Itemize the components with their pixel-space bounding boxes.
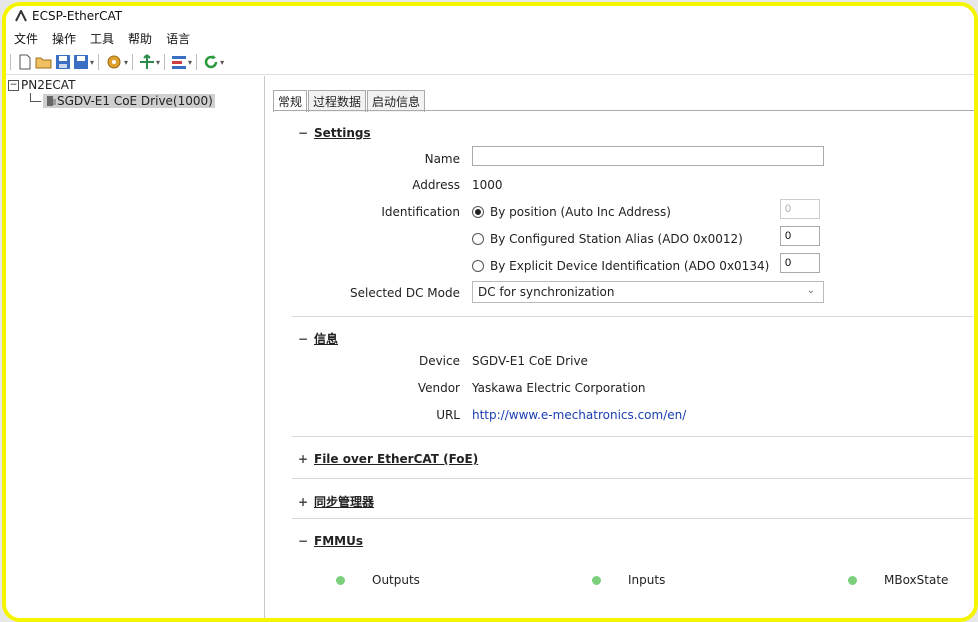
toolbar-separator xyxy=(10,54,11,70)
toolbar-separator xyxy=(98,54,100,70)
settings-dropdown-icon[interactable]: ▾ xyxy=(124,58,128,67)
radio-button[interactable] xyxy=(472,206,484,218)
save-dropdown-icon[interactable]: ▾ xyxy=(90,58,94,67)
title-bar: ECSP-EtherCAT xyxy=(6,6,974,26)
section-divider xyxy=(292,478,974,479)
fmmu-inputs-label: Inputs xyxy=(628,573,666,587)
save-as-icon[interactable] xyxy=(73,52,89,72)
app-logo-icon xyxy=(14,9,28,23)
foe-header[interactable]: + File over EtherCAT (FoE) xyxy=(298,452,478,466)
settings-header[interactable]: − Settings xyxy=(298,126,371,140)
menu-operation[interactable]: 操作 xyxy=(52,30,76,47)
tree-child-selected[interactable]: SGDV-E1 CoE Drive(1000) xyxy=(43,94,215,108)
app-window: ECSP-EtherCAT 文件 操作 工具 帮助 语言 ▾ ▾ ▾ ▾ ▾ −… xyxy=(2,2,978,622)
position-value-field xyxy=(780,199,820,219)
drive-icon xyxy=(47,96,56,106)
dc-mode-select[interactable]: DC for synchronization ⌄ xyxy=(472,281,824,303)
foe-title: File over EtherCAT (FoE) xyxy=(314,452,479,466)
info-title: 信息 xyxy=(314,332,339,346)
tree-root-label: PN2ECAT xyxy=(21,78,76,92)
radio-by-position[interactable]: By position (Auto Inc Address) xyxy=(472,205,671,219)
menu-language[interactable]: 语言 xyxy=(166,30,190,47)
device-tree-panel: − PN2ECAT SGDV-E1 CoE Drive(1000) xyxy=(6,76,265,618)
expand-toggle[interactable]: + xyxy=(298,495,314,509)
toolbar: ▾ ▾ ▾ ▾ ▾ xyxy=(6,50,974,75)
radio-button[interactable] xyxy=(472,260,484,272)
tree-child-label: SGDV-E1 CoE Drive(1000) xyxy=(57,94,213,108)
network-dropdown-icon[interactable]: ▾ xyxy=(188,58,192,67)
sync-manager-title: 同步管理器 xyxy=(314,495,375,509)
name-field[interactable] xyxy=(472,146,824,166)
expand-toggle[interactable]: + xyxy=(298,452,314,466)
save-icon[interactable] xyxy=(55,52,71,72)
identification-label: Identification xyxy=(381,205,460,219)
vendor-label: Vendor xyxy=(417,381,460,395)
radio-label: By position (Auto Inc Address) xyxy=(490,205,671,219)
settings-gear-icon[interactable] xyxy=(105,52,123,72)
tab-startup-info[interactable]: 启动信息 xyxy=(367,90,426,112)
sync-manager-header[interactable]: + 同步管理器 xyxy=(298,493,374,510)
device-value: SGDV-E1 CoE Drive xyxy=(472,354,588,368)
radio-button[interactable] xyxy=(472,233,484,245)
name-label: Name xyxy=(424,152,460,166)
radio-by-explicit-id[interactable]: By Explicit Device Identification (ADO 0… xyxy=(472,259,769,273)
tab-underline xyxy=(273,110,974,111)
tree-root-node[interactable]: − PN2ECAT xyxy=(8,78,75,92)
device-label: Device xyxy=(418,354,460,368)
url-link[interactable]: http://www.e-mechatronics.com/en/ xyxy=(472,408,686,422)
chevron-down-icon: ⌄ xyxy=(806,285,815,296)
collapse-icon[interactable]: − xyxy=(8,79,19,91)
explicit-id-value-field[interactable] xyxy=(780,253,820,273)
address-label: Address xyxy=(412,178,460,192)
section-divider xyxy=(292,518,974,519)
refresh-dropdown-icon[interactable]: ▾ xyxy=(220,58,224,67)
radio-label: By Configured Station Alias (ADO 0x0012) xyxy=(490,232,743,246)
address-value: 1000 xyxy=(472,178,503,192)
status-led-icon xyxy=(848,576,857,585)
toolbar-separator xyxy=(164,54,166,70)
status-led-icon xyxy=(592,576,601,585)
fmmu-outputs-label: Outputs xyxy=(372,573,420,587)
fmmus-header[interactable]: − FMMUs xyxy=(298,534,363,548)
settings-title: Settings xyxy=(314,126,371,140)
move-arrows-icon[interactable] xyxy=(139,52,155,72)
properties-panel: 常规 过程数据 启动信息 − Settings Name Address 100… xyxy=(268,76,974,618)
menu-tools[interactable]: 工具 xyxy=(90,30,114,47)
new-file-icon[interactable] xyxy=(17,52,33,72)
fmmu-mboxstate-label: MBoxState xyxy=(884,573,949,587)
vendor-value: Yaskawa Electric Corporation xyxy=(472,381,646,395)
collapse-toggle[interactable]: − xyxy=(298,332,314,346)
tab-strip: 常规 过程数据 启动信息 xyxy=(273,90,426,112)
window-title: ECSP-EtherCAT xyxy=(32,9,123,23)
network-config-icon[interactable] xyxy=(171,52,187,72)
radio-label: By Explicit Device Identification (ADO 0… xyxy=(490,259,770,273)
menu-file[interactable]: 文件 xyxy=(14,30,38,47)
tab-process-data[interactable]: 过程数据 xyxy=(308,90,367,112)
tree-connector xyxy=(30,92,41,102)
collapse-toggle[interactable]: − xyxy=(298,534,314,548)
collapse-toggle[interactable]: − xyxy=(298,126,314,140)
menu-bar: 文件 操作 工具 帮助 语言 xyxy=(6,28,974,48)
move-dropdown-icon[interactable]: ▾ xyxy=(156,58,160,67)
toolbar-separator xyxy=(132,54,134,70)
alias-value-field[interactable] xyxy=(780,226,820,246)
status-led-icon xyxy=(336,576,345,585)
tab-general[interactable]: 常规 xyxy=(273,90,308,112)
url-label: URL xyxy=(436,408,460,422)
dc-mode-label: Selected DC Mode xyxy=(350,286,460,300)
section-divider xyxy=(292,436,974,437)
menu-help[interactable]: 帮助 xyxy=(128,30,152,47)
info-header[interactable]: − 信息 xyxy=(298,330,338,347)
tree-child-node[interactable]: SGDV-E1 CoE Drive(1000) xyxy=(30,92,215,108)
fmmus-title: FMMUs xyxy=(314,534,363,548)
refresh-icon[interactable] xyxy=(203,52,219,72)
toolbar-separator xyxy=(196,54,198,70)
dc-mode-value: DC for synchronization xyxy=(478,285,615,299)
open-folder-icon[interactable] xyxy=(35,52,53,72)
section-divider xyxy=(292,316,974,317)
radio-by-alias[interactable]: By Configured Station Alias (ADO 0x0012) xyxy=(472,232,743,246)
